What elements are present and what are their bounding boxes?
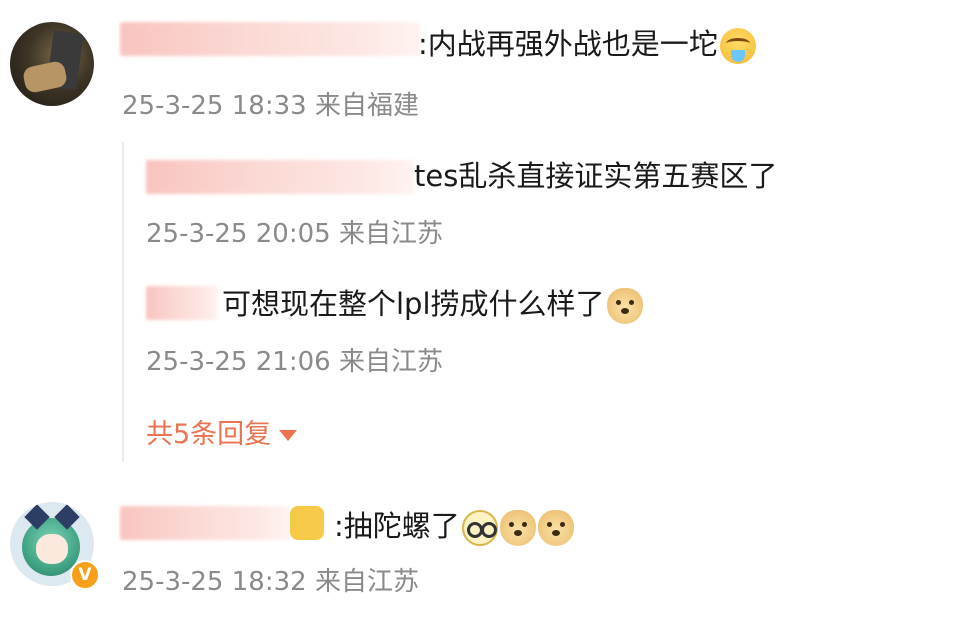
comment-text-content: :内战再强外战也是一坨 xyxy=(418,27,718,61)
glasses-face-icon xyxy=(461,510,498,546)
reply-location: 来自江苏 xyxy=(338,347,443,377)
reply-text: tes乱杀直接证实第五赛区了 xyxy=(414,159,778,193)
more-replies-label: 共5条回复 xyxy=(146,419,272,450)
blurred-username[interactable] xyxy=(120,506,290,540)
doge-icon xyxy=(499,510,536,546)
caret-down-icon xyxy=(279,430,298,441)
comment-meta: 25-3-25 18:32 来自江苏 xyxy=(122,566,419,598)
avatar-image-part xyxy=(36,534,68,564)
blurred-username[interactable] xyxy=(146,286,218,320)
reply-time: 25-3-25 21:06 xyxy=(146,347,331,377)
reply-meta: 25-3-25 21:06 来自江苏 xyxy=(146,346,443,378)
member-badge-icon xyxy=(290,506,324,540)
drooling-face-icon xyxy=(719,28,756,64)
avatar[interactable] xyxy=(10,22,94,106)
reply-location: 来自江苏 xyxy=(338,219,443,249)
doge-icon xyxy=(537,510,574,546)
comment-text: :抽陀螺了 xyxy=(334,508,574,546)
reply-thread-line xyxy=(122,142,124,462)
reply-text-content: 可想现在整个lpl捞成什么样了 xyxy=(222,287,605,321)
reply-time: 25-3-25 20:05 xyxy=(146,219,331,249)
more-replies-link[interactable]: 共5条回复 xyxy=(146,418,298,452)
reply-text: 可想现在整个lpl捞成什么样了 xyxy=(222,286,643,324)
verified-badge-icon: V xyxy=(70,560,100,590)
comment-meta: 25-3-25 18:33 来自福建 xyxy=(122,90,419,122)
blurred-username[interactable] xyxy=(146,160,414,194)
comment-time: 25-3-25 18:32 xyxy=(122,567,307,597)
avatar-image-part xyxy=(21,59,69,95)
blurred-username[interactable] xyxy=(120,22,420,56)
comment-text-content: :抽陀螺了 xyxy=(334,509,460,543)
comment-location: 来自福建 xyxy=(314,91,419,121)
comment-time: 25-3-25 18:33 xyxy=(122,91,307,121)
reply-meta: 25-3-25 20:05 来自江苏 xyxy=(146,218,443,250)
doge-icon xyxy=(606,288,643,324)
comment-text: :内战再强外战也是一坨 xyxy=(418,26,756,64)
comment-location: 来自江苏 xyxy=(314,567,419,597)
